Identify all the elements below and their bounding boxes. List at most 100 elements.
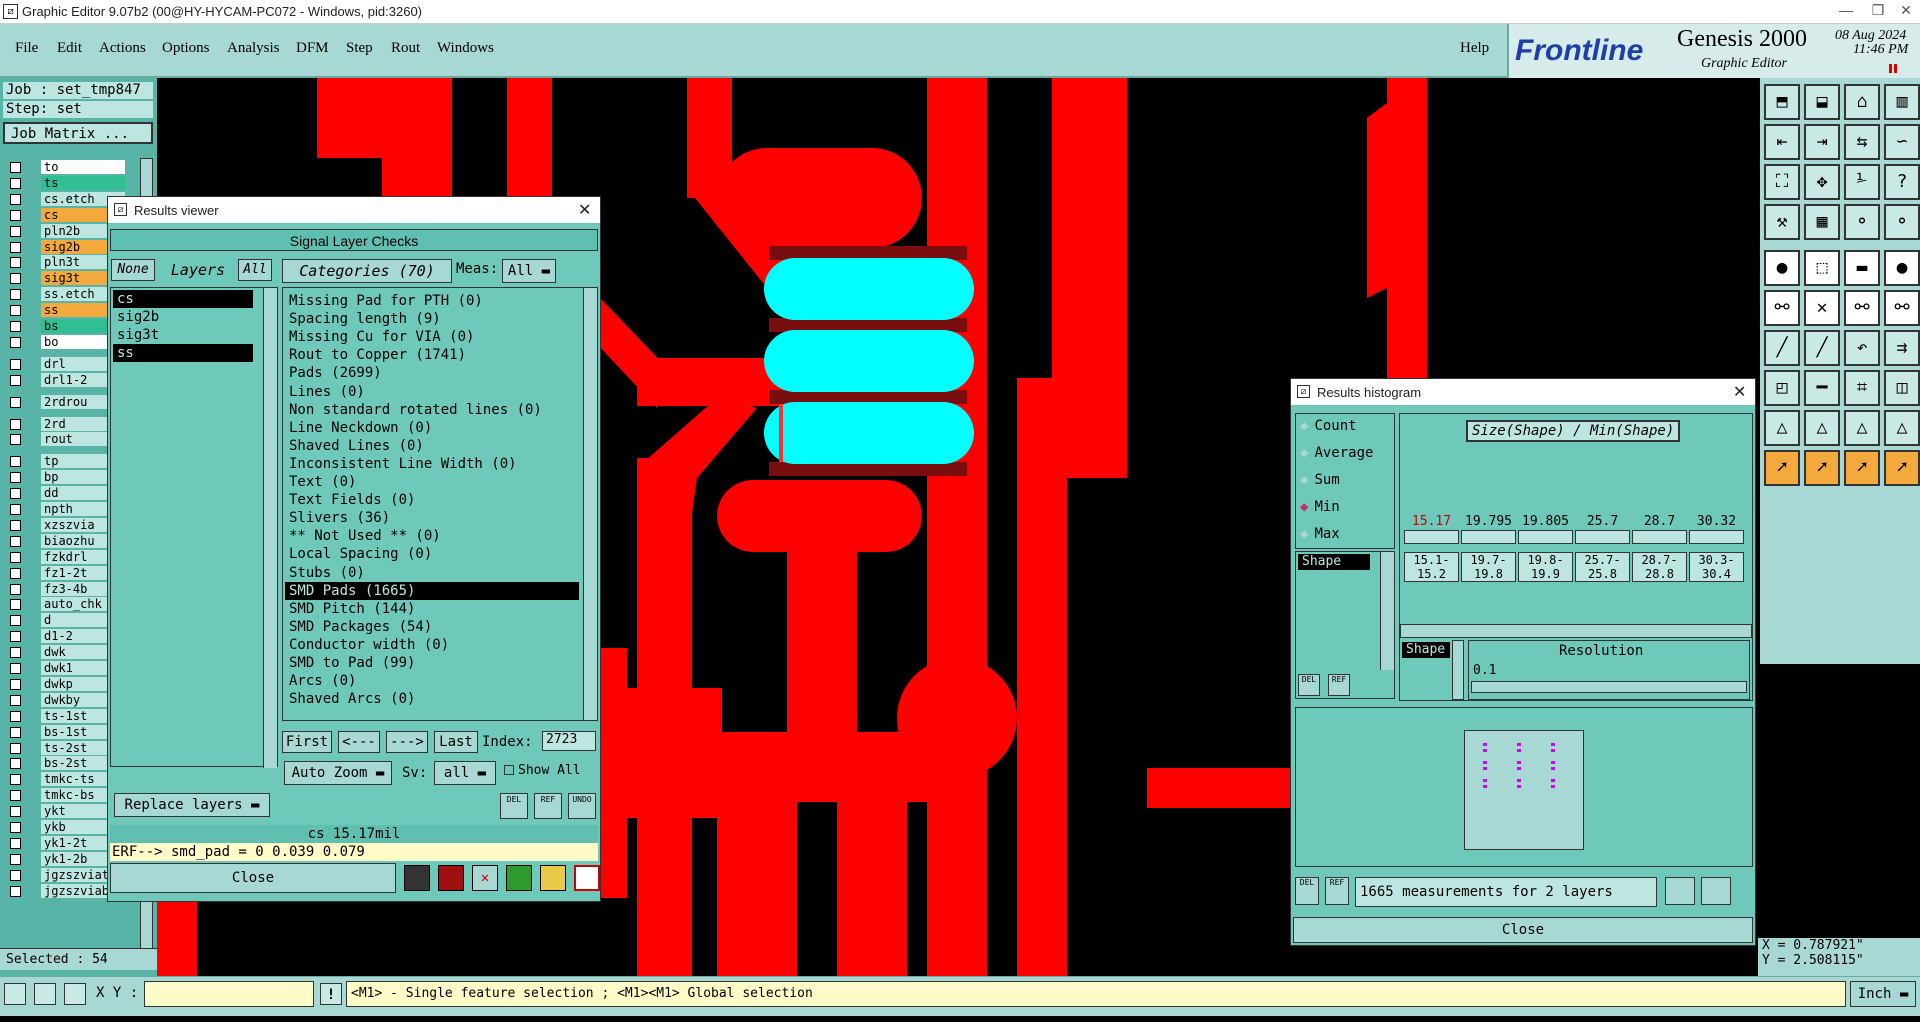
category-item[interactable]: Text Fields (0) <box>285 491 579 509</box>
export-icon[interactable]: ⇥ <box>1804 124 1840 160</box>
aggregate-option[interactable]: ◆ Max <box>1300 526 1340 542</box>
layer-row[interactable]: dwk <box>3 645 125 660</box>
layer-row[interactable]: tp <box>3 454 125 469</box>
meas-dropdown[interactable]: All ▬ <box>502 259 556 283</box>
layer-checkbox[interactable] <box>10 837 21 849</box>
layer-checkbox[interactable] <box>10 790 21 802</box>
layer-row[interactable]: ts-1st <box>3 708 125 723</box>
category-item[interactable]: Pads (2699) <box>285 364 579 382</box>
menu-actions[interactable]: Actions <box>99 40 146 57</box>
layer-checkbox[interactable] <box>10 599 21 611</box>
layer-row[interactable]: dd <box>3 486 125 501</box>
ref-button[interactable]: REF <box>534 793 562 819</box>
layer-checkbox[interactable] <box>10 726 21 738</box>
tri4-icon[interactable]: △ <box>1884 410 1920 446</box>
first-button[interactable]: First <box>282 731 332 753</box>
layer-row[interactable]: 2rd <box>3 416 125 431</box>
menu-rout[interactable]: Rout <box>391 40 420 57</box>
layer-checkbox[interactable] <box>10 472 21 484</box>
ref-button[interactable]: REF <box>1325 877 1349 905</box>
del-button[interactable]: DEL <box>1298 674 1320 696</box>
layer-checkbox[interactable] <box>10 806 21 818</box>
category-item[interactable]: Shaved Lines (0) <box>285 437 579 455</box>
histogram-range[interactable]: 25.7- 25.8 <box>1575 552 1630 582</box>
radio-icon[interactable]: ◆ <box>1300 472 1308 488</box>
cursor2-icon[interactable]: ➚ <box>1804 450 1840 486</box>
prev-button[interactable]: <--- <box>338 731 380 753</box>
resolution-slider[interactable] <box>1471 681 1747 693</box>
sv-dropdown[interactable]: all ▬ <box>434 761 496 785</box>
flip-icon[interactable]: ⇆ <box>1844 124 1880 160</box>
cut-icon[interactable]: ⬚ <box>1804 250 1840 286</box>
cursor3-icon[interactable]: ➚ <box>1844 450 1880 486</box>
cursor4-icon[interactable]: ➚ <box>1884 450 1920 486</box>
layer-row[interactable]: ss <box>3 303 125 318</box>
node2-icon[interactable]: ⚯ <box>1884 290 1920 326</box>
layer-row[interactable]: jgzszviab <box>3 883 125 898</box>
category-item[interactable]: Spacing length (9) <box>285 310 579 328</box>
layer-checkbox[interactable] <box>10 853 21 865</box>
replace-layers-dropdown[interactable]: Replace layers ▬ <box>114 793 270 817</box>
layer-checkbox[interactable] <box>10 663 21 674</box>
layer-checkbox[interactable] <box>10 647 21 659</box>
category-item[interactable]: Missing Pad for PTH (0) <box>285 292 579 310</box>
layer-row[interactable]: dwkp <box>3 676 125 691</box>
measure-icon[interactable]: ▬ <box>1844 250 1880 286</box>
layer-row[interactable]: bs-2st <box>3 756 125 771</box>
layer-row[interactable]: sig3t <box>3 271 125 286</box>
histogram-range[interactable]: 15.1- 15.2 <box>1404 552 1459 582</box>
layer-row[interactable]: auto_chk <box>3 597 125 612</box>
menu-file[interactable]: File <box>15 40 38 57</box>
layer-row[interactable]: fz1-2t <box>3 565 125 580</box>
pen-icon[interactable]: ╱ <box>1804 330 1840 366</box>
layer-checkbox[interactable] <box>10 336 21 348</box>
menu-windows[interactable]: Windows <box>437 40 494 57</box>
layer-row[interactable]: jgzszviat <box>3 867 125 882</box>
layout-icon[interactable]: ▥ <box>1884 84 1920 120</box>
layer-row[interactable]: bo <box>3 334 125 349</box>
category-item[interactable]: SMD Packages (54) <box>285 618 579 636</box>
none-button[interactable]: None <box>111 259 155 281</box>
layer-checkbox[interactable] <box>10 615 21 627</box>
all-button[interactable]: All <box>238 259 272 281</box>
layer-row[interactable]: yk1-2b <box>3 851 125 866</box>
radio-icon[interactable]: ◆ <box>1300 445 1308 461</box>
menu-help[interactable]: Help <box>1460 40 1489 57</box>
save-icon[interactable]: ⬓ <box>1804 84 1840 120</box>
layer-checkbox[interactable] <box>10 710 21 722</box>
categories-scrollbar[interactable] <box>583 288 597 720</box>
del-button[interactable]: DEL <box>500 793 528 819</box>
category-item[interactable]: Slivers (36) <box>285 509 579 527</box>
aggregate-option[interactable]: ◆ Min <box>1300 499 1340 515</box>
layer-row[interactable]: rout <box>3 432 125 447</box>
category-item[interactable]: SMD Pitch (144) <box>285 600 579 618</box>
layer-row[interactable]: sig2b <box>3 239 125 254</box>
menu-edit[interactable]: Edit <box>57 40 82 57</box>
node-icon[interactable]: ⚯ <box>1844 290 1880 326</box>
radio-icon[interactable]: ◆ <box>1300 418 1308 434</box>
layer-checkbox[interactable] <box>10 869 21 881</box>
layer-row[interactable]: npth <box>3 502 125 516</box>
layer-row[interactable]: ykb <box>3 820 125 834</box>
aggregate-option[interactable]: ◆ Count <box>1300 418 1357 434</box>
layer-row[interactable]: ts-2st <box>3 740 125 755</box>
copy-icon[interactable]: ◫ <box>1884 370 1920 406</box>
layer-row[interactable]: fzkdrl <box>3 549 125 564</box>
layer-checkbox[interactable] <box>10 193 21 205</box>
layer-checkbox[interactable] <box>10 273 21 285</box>
tool-icon[interactable] <box>404 865 430 891</box>
shape-scrollbar[interactable] <box>1380 552 1394 670</box>
close-icon[interactable]: ✕ <box>578 200 591 220</box>
layer-row[interactable]: yk1-2t <box>3 835 125 850</box>
layer-checkbox[interactable] <box>10 456 21 468</box>
category-item[interactable]: Rout to Copper (1741) <box>285 346 579 364</box>
category-item[interactable]: Conductor width (0) <box>285 636 579 654</box>
tool-icon[interactable] <box>438 865 464 891</box>
layer-row[interactable]: bs <box>3 319 125 333</box>
histogram-bar[interactable] <box>1575 530 1630 544</box>
layer-checkbox[interactable] <box>10 504 21 515</box>
ref-button[interactable]: REF <box>1328 674 1350 696</box>
layer-result-item[interactable]: sig3t <box>113 326 253 344</box>
shape-vscroll[interactable] <box>1452 640 1464 700</box>
histogram-bar[interactable] <box>1632 530 1687 544</box>
